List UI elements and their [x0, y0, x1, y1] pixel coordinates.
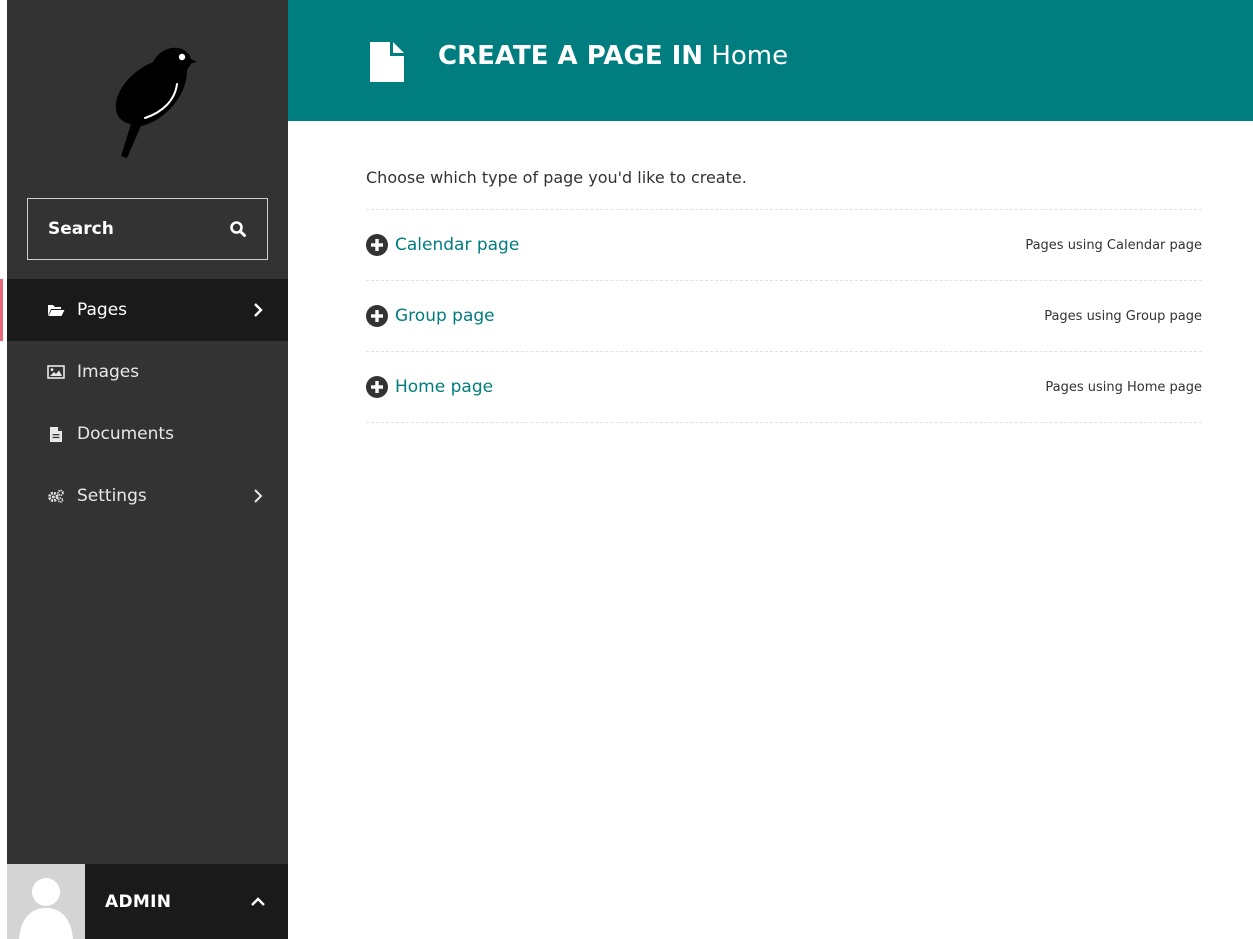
page-type-label: Group page — [395, 306, 495, 326]
wagtail-logo[interactable] — [7, 0, 288, 180]
search-box[interactable]: Search — [27, 198, 268, 260]
page-title-action: CREATE A PAGE IN — [438, 41, 704, 71]
page-header: CREATE A PAGE IN Home — [288, 0, 1253, 121]
usage-link-home[interactable]: Pages using Home page — [1045, 380, 1202, 395]
sidebar-item-label: Documents — [77, 424, 174, 444]
page-type-link-home[interactable]: Home page — [366, 376, 493, 398]
page-title-parent: Home — [711, 41, 789, 71]
sidebar-item-settings[interactable]: Settings — [7, 465, 288, 527]
document-icon — [370, 42, 404, 82]
list-item: Home page Pages using Home page — [366, 352, 1202, 423]
plus-circle-icon — [366, 305, 388, 327]
user-silhouette-icon — [19, 878, 73, 939]
page-type-label: Home page — [395, 377, 494, 397]
sidebar-item-images[interactable]: Images — [7, 341, 288, 403]
sidebar-item-label: Pages — [77, 300, 128, 320]
page-type-link-group[interactable]: Group page — [366, 305, 495, 327]
plus-circle-icon — [366, 234, 388, 256]
cogs-icon — [47, 487, 65, 505]
folder-open-icon — [47, 301, 65, 319]
left-strip — [0, 0, 7, 939]
avatar — [7, 864, 85, 939]
intro-text: Choose which type of page you'd like to … — [366, 160, 1202, 210]
sidebar-item-documents[interactable]: Documents — [7, 403, 288, 465]
user-name: ADMIN — [105, 891, 172, 912]
main-content: Choose which type of page you'd like to … — [366, 160, 1202, 423]
usage-link-group[interactable]: Pages using Group page — [1044, 309, 1202, 324]
sidebar-item-label: Settings — [77, 486, 147, 506]
search-icon[interactable] — [229, 220, 247, 238]
page-type-label: Calendar page — [395, 235, 520, 255]
list-item: Group page Pages using Group page — [366, 281, 1202, 352]
page: Search Pages Images Documents Settings A… — [0, 0, 1253, 939]
image-icon — [47, 363, 65, 381]
page-title: CREATE A PAGE IN Home — [438, 41, 788, 71]
chevron-right-icon — [254, 489, 263, 503]
list-item: Calendar page Pages using Calendar page — [366, 210, 1202, 281]
chevron-up-icon — [251, 896, 265, 906]
page-type-link-calendar[interactable]: Calendar page — [366, 234, 519, 256]
document-icon — [47, 425, 65, 443]
sidebar: Search Pages Images Documents Settings A… — [0, 0, 288, 939]
search-label: Search — [48, 219, 114, 239]
usage-link-calendar[interactable]: Pages using Calendar page — [1025, 238, 1202, 253]
account-menu[interactable]: ADMIN — [7, 864, 288, 939]
bird-logo-icon — [115, 47, 197, 158]
page-type-list: Calendar page Pages using Calendar page … — [366, 210, 1202, 423]
sidebar-item-label: Images — [77, 362, 140, 382]
plus-circle-icon — [366, 376, 388, 398]
sidebar-item-pages[interactable]: Pages — [0, 279, 288, 341]
chevron-right-icon — [254, 303, 263, 317]
sidebar-nav: Pages Images Documents Settings — [0, 279, 288, 527]
